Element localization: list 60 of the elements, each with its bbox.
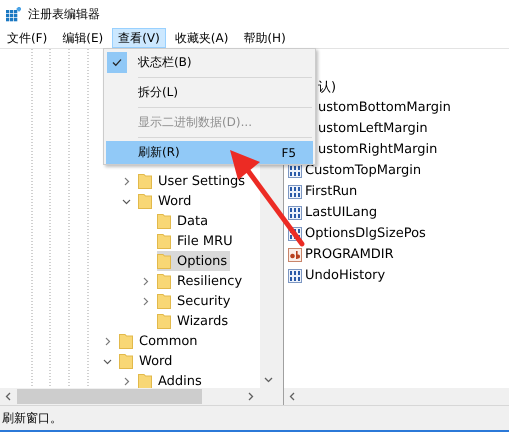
tree-node[interactable]: Common [119,331,201,351]
scroll-left-icon[interactable] [4,392,13,401]
folder-icon [157,253,171,269]
value-name[interactable]: LastUILang [305,205,378,220]
menu-item[interactable]: 刷新(R) F5 [106,141,313,164]
folder-icon [138,373,152,388]
binary-value-icon [288,268,302,282]
value-name[interactable]: 认) [318,78,336,96]
chevron-right-icon[interactable] [102,336,112,346]
scroll-right-icon[interactable] [246,392,255,401]
tree-node[interactable]: Data [157,211,212,231]
tree-node[interactable]: Wizards [157,311,232,331]
value-name[interactable]: OptionsDlgSizePos [305,226,426,241]
tree-node[interactable]: Word [138,191,194,211]
value-name[interactable]: ustomBottomMargin [318,100,451,115]
chevron-right-icon[interactable] [122,176,130,186]
scroll-left-icon[interactable] [288,392,297,401]
binary-value-icon [288,206,302,220]
folder-icon [138,173,152,189]
folder-icon [138,193,152,209]
value-name[interactable]: ustomRightMargin [318,142,438,157]
value-name[interactable]: PROGRAMDIR [305,247,394,262]
folder-icon [157,313,171,329]
tree-node[interactable]: Addins [138,371,205,388]
tree-node[interactable]: File MRU [157,231,236,251]
status-text: 刷新窗口。 [2,410,62,426]
folder-icon [157,213,171,229]
registry-app-icon [6,6,21,22]
menu-bar-item[interactable]: 查看(V) [112,28,166,48]
horizontal-scrollbar[interactable] [284,388,509,405]
tree-node[interactable]: Resiliency [157,271,246,291]
value-name[interactable]: UndoHistory [305,268,386,283]
menu-bar-item[interactable]: 文件(F) [1,28,54,48]
menu-bar-item[interactable]: 帮助(H) [237,28,292,48]
tree-node[interactable]: User Settings [138,171,248,191]
folder-icon [157,293,171,309]
chevron-right-icon[interactable] [140,276,150,286]
string-value-icon [288,248,302,262]
folder-icon [157,233,171,249]
horizontal-scrollbar[interactable] [0,388,277,405]
value-name[interactable]: ustomLeftMargin [318,121,428,136]
folder-icon [119,333,133,349]
value-name[interactable]: CustomTopMargin [305,163,422,178]
chevron-down-icon[interactable] [122,196,130,206]
tree-node[interactable]: Word [119,351,176,371]
window-title: 注册表编辑器 [28,6,100,22]
tree-node[interactable]: Security [157,291,234,311]
menu-item[interactable]: 拆分(L) [106,81,313,104]
folder-icon [157,273,171,289]
chevron-right-icon[interactable] [122,376,130,386]
menu-item[interactable]: 状态栏(B) [106,51,313,74]
chevron-right-icon[interactable] [140,296,150,306]
binary-value-icon [288,184,302,198]
menu-bar-item[interactable]: 收藏夹(A) [168,28,234,48]
chevron-down-icon[interactable] [102,356,112,366]
tree-node[interactable]: Options [157,251,230,271]
scroll-down-icon[interactable] [264,375,273,384]
menu-bar-item[interactable]: 编辑(E) [56,28,110,48]
folder-icon [119,353,133,369]
value-name[interactable]: FirstRun [305,184,358,199]
